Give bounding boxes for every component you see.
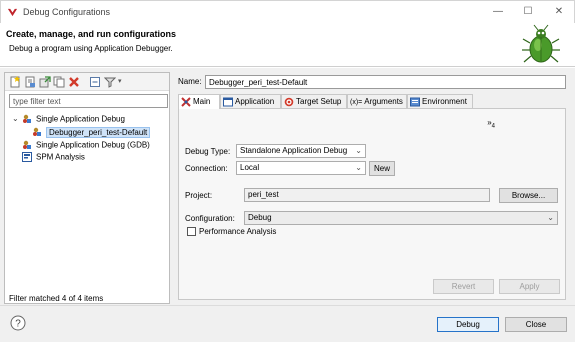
tree-item-single-application-debug-gdb[interactable]: Single Application Debug (GDB)	[22, 140, 150, 152]
new-prototype-icon[interactable]	[24, 76, 36, 88]
apply-button[interactable]: Apply	[499, 279, 560, 294]
debug-config-icon	[33, 127, 41, 136]
filter-status-text: Filter matched 4 of 4 items	[9, 294, 104, 303]
chevron-down-icon: ⌄	[355, 163, 362, 172]
tree-item-spm-analysis[interactable]: SPM Analysis	[22, 152, 85, 164]
debug-launch-icon	[23, 114, 31, 123]
chevron-down-icon: ⌄	[547, 213, 554, 222]
delete-configuration-icon[interactable]	[68, 76, 80, 88]
tree-item-label: Debugger_peri_test-Default	[46, 126, 151, 138]
help-icon[interactable]: ?	[10, 315, 26, 331]
environment-tab-icon	[410, 97, 420, 107]
export-configuration-icon[interactable]	[39, 76, 51, 88]
main-tab-icon	[181, 97, 191, 107]
configuration-value: Debug	[248, 213, 272, 222]
tree-item-single-application-debug[interactable]: Single Application Debug	[22, 114, 125, 126]
connection-label: Connection:	[185, 164, 228, 173]
new-connection-button[interactable]: New	[369, 161, 395, 176]
gdb-launch-icon	[23, 140, 31, 149]
filter-configurations-icon[interactable]	[104, 76, 116, 88]
tab-environment[interactable]: Environment	[407, 94, 473, 108]
configuration-list-panel: ▾ ⌄ Single Application Debug Debugger_pe…	[4, 72, 170, 304]
dialog-header: Create, manage, and run configurations D…	[0, 23, 575, 67]
project-label: Project:	[185, 191, 213, 200]
name-label: Name:	[178, 77, 202, 86]
connection-value: Local	[240, 163, 260, 172]
title-bar: Debug Configurations — ☐ ✕	[0, 0, 575, 23]
duplicate-configuration-icon[interactable]	[53, 76, 65, 88]
tree-item-label: Single Application Debug	[36, 114, 125, 124]
more-tabs-count: 4	[491, 123, 495, 130]
filter-input[interactable]	[9, 94, 168, 108]
tree-item-label: Single Application Debug (GDB)	[36, 140, 150, 150]
tree-item-label: SPM Analysis	[36, 152, 85, 162]
tab-label: Target Setup	[296, 97, 342, 106]
tree-item-debugger-peri-test-default[interactable]: Debugger_peri_test-Default	[32, 126, 151, 139]
close-button[interactable]: Close	[505, 317, 567, 332]
main-area: ▾ ⌄ Single Application Debug Debugger_pe…	[0, 68, 575, 305]
debug-button[interactable]: Debug	[437, 317, 499, 332]
configuration-toolbar: ▾	[5, 73, 169, 91]
debug-type-label: Debug Type:	[185, 147, 231, 156]
configuration-editor: Name: Main Application Target Setup (x)=…	[176, 72, 568, 302]
window-title: Debug Configurations	[23, 7, 111, 17]
tab-label: Environment	[422, 97, 467, 106]
browse-button[interactable]: Browse...	[499, 188, 558, 203]
project-value: peri_test	[248, 190, 279, 199]
header-title: Create, manage, and run configurations	[6, 29, 177, 39]
dialog-footer: ? Debug Close	[0, 305, 575, 342]
more-tabs-indicator[interactable]: »4	[487, 118, 495, 130]
close-window-button[interactable]: ✕	[551, 4, 567, 20]
svg-text:?: ?	[15, 319, 21, 330]
revert-button[interactable]: Revert	[433, 279, 494, 294]
arguments-tab-icon: (x)=	[350, 99, 363, 106]
application-tab-icon	[223, 97, 233, 107]
maximize-button[interactable]: ☐	[520, 4, 536, 20]
expand-chevron-icon[interactable]: ⌄	[12, 114, 20, 123]
tab-label: Arguments	[364, 97, 403, 106]
name-input[interactable]	[205, 75, 566, 89]
collapse-all-icon[interactable]	[89, 76, 101, 88]
main-tab-content: »4 Debug Type: Standalone Application De…	[178, 108, 566, 300]
app-logo-icon	[7, 8, 18, 17]
configuration-select[interactable]: Debug ⌄	[244, 211, 558, 225]
debug-bug-icon	[522, 24, 560, 63]
configuration-tabs: Main Application Target Setup (x)= Argume…	[178, 94, 568, 109]
project-field[interactable]: peri_test	[244, 188, 490, 202]
new-configuration-icon[interactable]	[9, 76, 21, 88]
performance-analysis-label: Performance Analysis	[199, 227, 277, 236]
connection-select[interactable]: Local ⌄	[236, 161, 366, 175]
spm-analysis-icon	[22, 152, 32, 162]
performance-analysis-checkbox[interactable]	[187, 227, 196, 236]
debug-type-select[interactable]: Standalone Application Debug ⌄	[236, 144, 366, 158]
header-subtitle: Debug a program using Application Debugg…	[9, 44, 173, 53]
tab-arguments[interactable]: (x)= Arguments	[347, 94, 407, 108]
chevron-down-icon: ⌄	[355, 146, 362, 155]
tab-target-setup[interactable]: Target Setup	[281, 94, 347, 108]
tab-label: Main	[193, 97, 211, 106]
tab-application[interactable]: Application	[220, 94, 281, 108]
debug-type-value: Standalone Application Debug	[240, 146, 348, 155]
tab-label: Application	[235, 97, 275, 106]
configuration-label: Configuration:	[185, 214, 235, 223]
minimize-button[interactable]: —	[490, 4, 506, 20]
filter-dropdown-chevron-icon[interactable]: ▾	[118, 77, 122, 85]
target-tab-icon	[284, 97, 294, 107]
tab-main[interactable]: Main	[178, 94, 220, 109]
